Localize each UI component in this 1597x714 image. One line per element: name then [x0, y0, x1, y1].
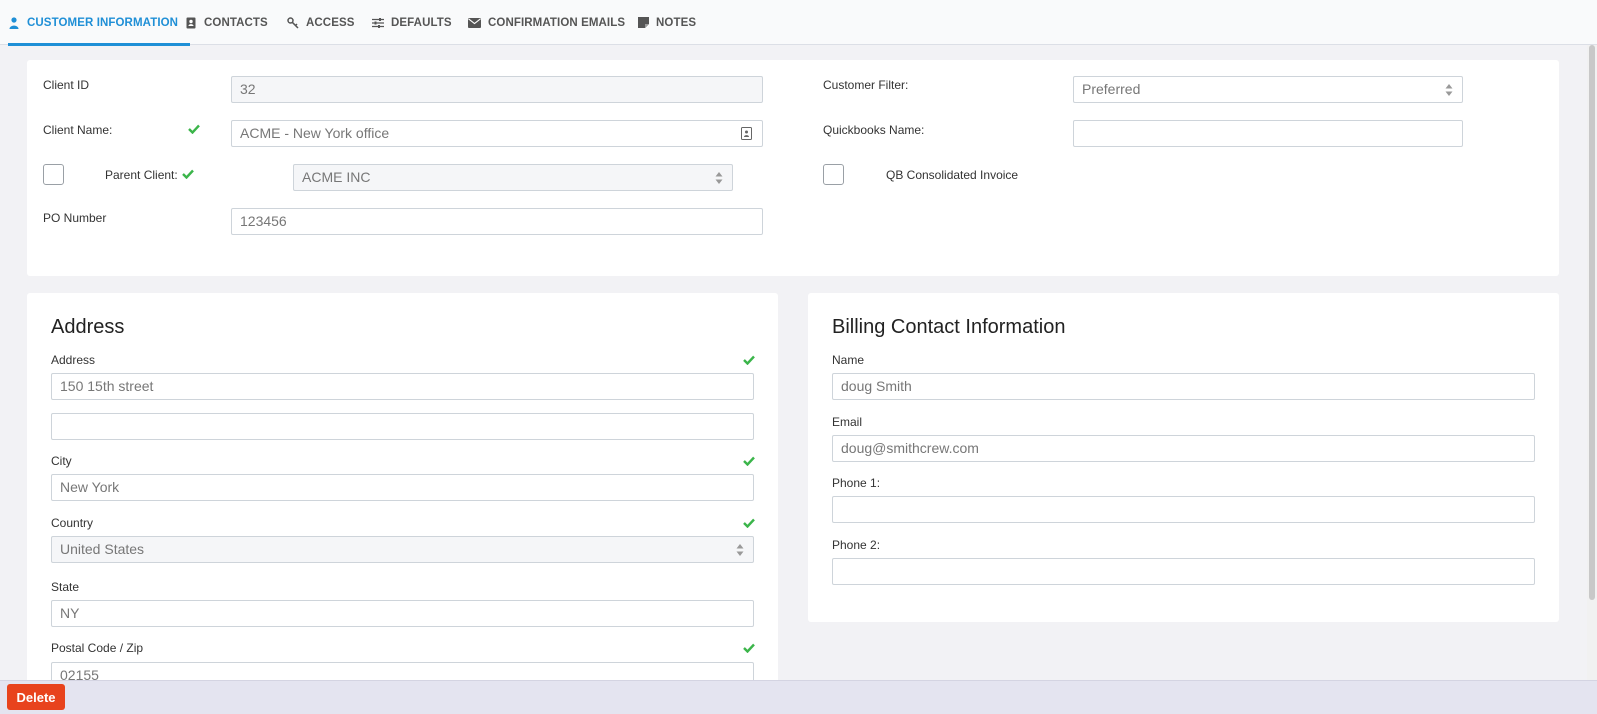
check-icon [188, 124, 200, 134]
tab-notes[interactable]: NOTES [637, 0, 696, 45]
parent-client-select[interactable]: ACME INC [293, 164, 733, 191]
postal-code-label: Postal Code / Zip [51, 641, 144, 655]
check-icon [743, 643, 755, 653]
tab-label: CONTACTS [204, 16, 268, 29]
billing-phone2-label: Phone 2: [832, 538, 881, 552]
billing-email-label: Email [832, 415, 863, 429]
parent-client-checkbox[interactable] [43, 164, 64, 185]
tab-label: DEFAULTS [391, 16, 452, 29]
delete-button[interactable]: Delete [7, 684, 65, 710]
quickbooks-name-label: Quickbooks Name: [823, 123, 925, 137]
user-icon [8, 16, 20, 29]
po-number-label: PO Number [43, 211, 107, 225]
country-value: United States [60, 541, 145, 557]
address-book-icon [185, 17, 197, 29]
billing-phone1-label: Phone 1: [832, 476, 881, 490]
tab-label: CONFIRMATION EMAILS [488, 16, 626, 29]
select-arrows-icon [1445, 84, 1453, 96]
city-input[interactable]: New York [51, 474, 754, 501]
tab-customer-information[interactable]: CUSTOMER INFORMATION [8, 0, 191, 46]
note-icon [637, 17, 649, 29]
client-id-label: Client ID [43, 78, 90, 92]
contact-card-icon[interactable] [741, 127, 752, 140]
address-line2-input[interactable] [51, 413, 754, 440]
check-icon [743, 518, 755, 528]
customer-info-card: Client ID 32 Client Name: ACME - New Yor… [27, 60, 1559, 276]
footer-bar: Delete [0, 680, 1597, 714]
select-arrows-icon [715, 172, 723, 184]
tab-label: CUSTOMER INFORMATION [27, 16, 179, 29]
address-line1-input[interactable]: 150 15th street [51, 373, 754, 400]
billing-phone2-input[interactable] [832, 558, 1535, 585]
billing-contact-card: Billing Contact Information Name doug Sm… [808, 293, 1559, 622]
state-input[interactable]: NY [51, 600, 754, 627]
tab-contacts[interactable]: CONTACTS [185, 0, 268, 45]
scrollbar-thumb[interactable] [1589, 45, 1595, 600]
country-label: Country [51, 516, 94, 530]
address-label: Address [51, 353, 96, 367]
customer-filter-value: Preferred [1082, 81, 1141, 97]
tab-bar: CUSTOMER INFORMATION CONTACTS ACCESS DEF… [0, 0, 1597, 46]
client-name-input[interactable]: ACME - New York office [231, 120, 763, 147]
tab-access[interactable]: ACCESS [287, 0, 355, 45]
country-select[interactable]: United States [51, 536, 754, 563]
client-name-label: Client Name: [43, 123, 113, 137]
envelope-icon [468, 17, 481, 29]
tab-confirmation-emails[interactable]: CONFIRMATION EMAILS [468, 0, 625, 45]
client-id-field[interactable]: 32 [231, 76, 763, 103]
parent-client-value: ACME INC [302, 169, 371, 185]
city-label: City [51, 454, 72, 468]
billing-name-label: Name [832, 353, 865, 367]
tab-label: NOTES [656, 16, 697, 29]
parent-client-label: Parent Client: [105, 168, 178, 182]
address-title: Address [51, 316, 125, 338]
page-scrollbar[interactable] [1587, 45, 1597, 680]
quickbooks-name-input[interactable] [1073, 120, 1463, 147]
sliders-icon [372, 17, 384, 29]
customer-filter-label: Customer Filter: [823, 78, 909, 92]
billing-title: Billing Contact Information [832, 316, 1066, 338]
tab-label: ACCESS [306, 16, 355, 29]
qb-consolidated-label: QB Consolidated Invoice [886, 168, 1019, 182]
state-label: State [51, 580, 80, 594]
select-arrows-icon [736, 544, 744, 556]
check-icon [743, 355, 755, 365]
billing-name-input[interactable]: doug Smith [832, 373, 1535, 400]
tab-defaults[interactable]: DEFAULTS [372, 0, 452, 45]
customer-filter-select[interactable]: Preferred [1073, 76, 1463, 103]
address-card: Address Address 150 15th street City New… [27, 293, 778, 689]
billing-phone1-input[interactable] [832, 496, 1535, 523]
qb-consolidated-checkbox[interactable] [823, 164, 844, 185]
check-icon [182, 169, 194, 179]
billing-email-input[interactable]: doug@smithcrew.com [832, 435, 1535, 462]
check-icon [743, 456, 755, 466]
key-icon [287, 16, 299, 29]
po-number-input[interactable]: 123456 [231, 208, 763, 235]
client-name-value: ACME - New York office [240, 125, 390, 141]
